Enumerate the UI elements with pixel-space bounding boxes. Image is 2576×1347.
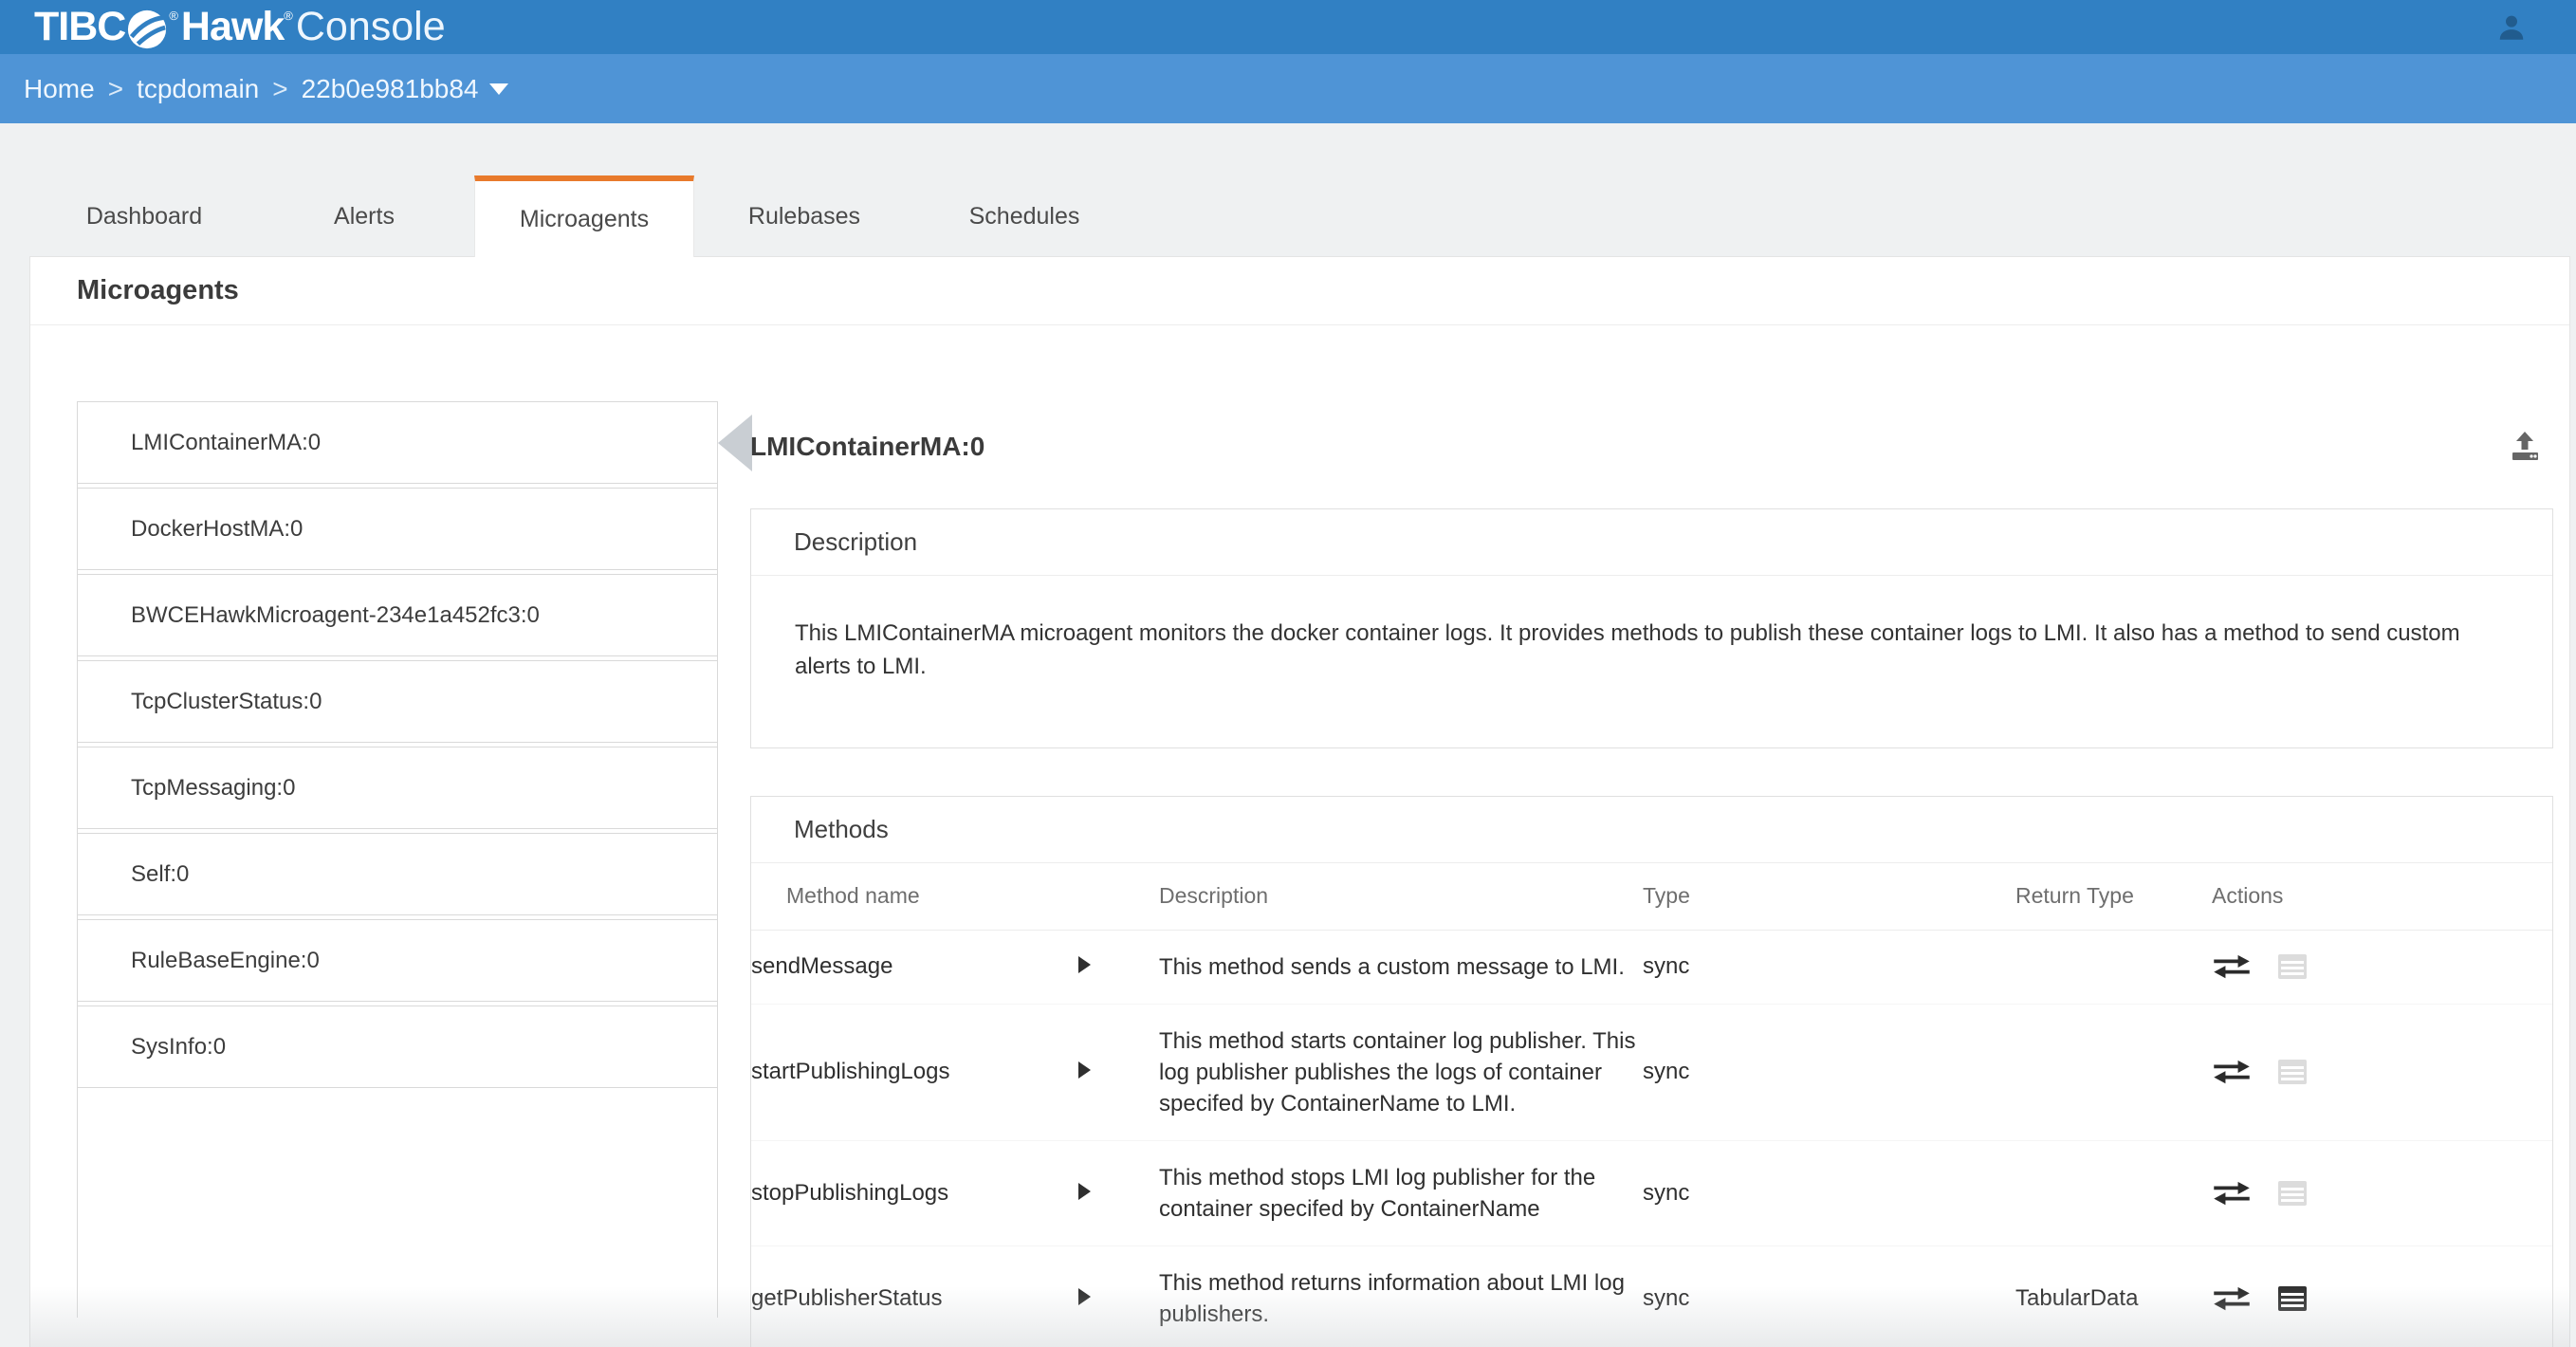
table-icon [2278,954,2307,979]
method-description: This method stops LMI log publisher for … [1159,1140,1643,1246]
methods-header-row: Method name Description Type Return Type… [751,863,2552,930]
registered-mark: ® [284,9,293,23]
swap-arrows-icon[interactable] [2212,1179,2252,1208]
column-return-type: Return Type [2015,863,2212,930]
chevron-down-icon [489,83,508,95]
breadcrumb: Home > tcpdomain > 22b0e981bb84 [0,54,2576,123]
page-title: Microagents [77,275,239,306]
tab-microagents[interactable]: Microagents [474,175,694,257]
top-bar: TIBC ® Hawk ® Console Sign Out [0,0,2576,54]
tibco-hawk-logo: TIBC ® Hawk ® Console [34,0,446,54]
sidebar-item-lmicontainerma[interactable]: LMIContainerMA:0 [78,401,717,484]
detail-title: LMIContainerMA:0 [750,432,984,462]
methods-header: Methods [751,797,2552,863]
sidebar-item-label: RuleBaseEngine:0 [131,948,320,974]
tab-rulebases[interactable]: Rulebases [694,175,914,257]
description-text: This LMIContainerMA microagent monitors … [795,618,2509,684]
breadcrumb-agent-label: 22b0e981bb84 [302,74,479,104]
method-return-type [2015,1004,2212,1140]
expand-caret-icon[interactable] [1078,1288,1091,1305]
tibco-swirl-o-icon [126,9,168,50]
expand-caret-icon[interactable] [1078,1183,1091,1200]
table-icon [2278,1060,2307,1084]
detail-title-row: LMIContainerMA:0 [750,420,2553,473]
method-description: This method sends a custom message to LM… [1159,930,1643,1004]
sidebar-item-bwcehawkmicroagent[interactable]: BWCEHawkMicroagent-234e1a452fc3:0 [78,574,717,656]
column-type: Type [1643,863,2015,930]
sidebar-item-label: DockerHostMA:0 [131,516,303,543]
sidebar-item-label: BWCEHawkMicroagent-234e1a452fc3:0 [131,602,540,629]
sidebar-item-tcpmessaging[interactable]: TcpMessaging:0 [78,747,717,829]
sidebar-item-self[interactable]: Self:0 [78,833,717,915]
table-icon [2278,1181,2307,1206]
sidebar-item-label: LMIContainerMA:0 [131,430,321,456]
selected-item-pointer-icon [718,415,752,471]
method-return-type [2015,1140,2212,1246]
description-header: Description [751,509,2552,576]
tab-alerts[interactable]: Alerts [254,175,474,257]
tab-dashboard[interactable]: Dashboard [34,175,254,257]
sidebar-item-label: Self:0 [131,861,189,888]
method-row-stoppublishinglogs: stopPublishingLogs This method stops LMI… [751,1140,2552,1246]
expand-caret-icon[interactable] [1078,956,1091,973]
sidebar-item-label: TcpMessaging:0 [131,775,295,802]
upload-icon[interactable] [2508,431,2542,463]
sidebar-item-label: TcpClusterStatus:0 [131,689,322,715]
column-spacer [1078,863,1159,930]
logo-suffix-text: Console [296,7,446,47]
method-row-startpublishinglogs: startPublishingLogs This method starts c… [751,1004,2552,1140]
breadcrumb-home-link[interactable]: Home [24,74,95,104]
registered-mark: ® [169,9,178,23]
method-description: This method starts container log publish… [1159,1004,1643,1140]
microagent-detail-panel: LMIContainerMA:0 Description This LMICon… [750,257,2553,1347]
breadcrumb-separator: > [108,74,123,104]
microagent-list: LMIContainerMA:0 DockerHostMA:0 BWCEHawk… [77,401,718,1318]
method-row-getpublisherstatus: getPublisherStatus This method returns i… [751,1246,2552,1347]
swap-arrows-icon[interactable] [2212,952,2252,981]
sidebar-item-label: SysInfo:0 [131,1034,226,1061]
methods-panel: Methods Method name Description Type Ret… [750,796,2553,1347]
breadcrumb-agent-dropdown[interactable]: 22b0e981bb84 [302,74,509,104]
method-type: sync [1643,1246,2015,1347]
content-card: Microagents LMIContainerMA:0 DockerHostM… [29,256,2570,1347]
column-description: Description [1159,863,1643,930]
method-name: getPublisherStatus [751,1246,1078,1347]
column-method-name: Method name [751,863,1078,930]
method-return-type: TabularData [2015,1246,2212,1347]
logo-product-text: Hawk [181,7,284,47]
breadcrumb-separator: > [272,74,287,104]
topbar-right-group: Sign Out [2496,0,2576,54]
user-icon[interactable] [2496,12,2527,43]
method-return-type [2015,930,2212,1004]
method-name: stopPublishingLogs [751,1140,1078,1246]
method-name: startPublishingLogs [751,1004,1078,1140]
swap-arrows-icon[interactable] [2212,1284,2252,1313]
tab-bar: Dashboard Alerts Microagents Rulebases S… [34,175,1134,257]
sidebar-item-sysinfo[interactable]: SysInfo:0 [78,1006,717,1088]
sidebar-item-tcpclusterstatus[interactable]: TcpClusterStatus:0 [78,660,717,743]
sidebar-item-dockerhostma[interactable]: DockerHostMA:0 [78,488,717,570]
method-type: sync [1643,930,2015,1004]
method-description: This method returns information about LM… [1159,1246,1643,1347]
swap-arrows-icon[interactable] [2212,1058,2252,1086]
description-panel: Description This LMIContainerMA microage… [750,508,2553,748]
method-type: sync [1643,1140,2015,1246]
logo-brand-text: TIBC [34,7,125,47]
column-actions: Actions [2212,863,2552,930]
method-type: sync [1643,1004,2015,1140]
method-name: sendMessage [751,930,1078,1004]
sidebar-item-rulebaseengine[interactable]: RuleBaseEngine:0 [78,919,717,1002]
methods-table: Method name Description Type Return Type… [751,863,2552,1347]
expand-caret-icon[interactable] [1078,1061,1091,1079]
tab-schedules[interactable]: Schedules [914,175,1134,257]
method-row-sendmessage: sendMessage This method sends a custom m… [751,930,2552,1004]
table-icon[interactable] [2278,1286,2307,1311]
breadcrumb-domain-link[interactable]: tcpdomain [137,74,259,104]
